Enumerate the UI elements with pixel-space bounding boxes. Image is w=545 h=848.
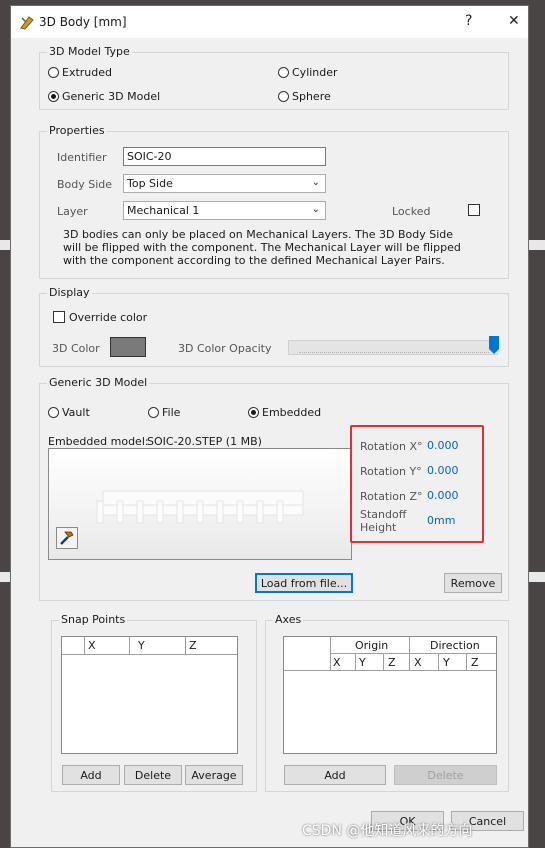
origin-header: Origin	[355, 639, 389, 652]
locked-checkbox[interactable]	[468, 204, 480, 216]
col-divider	[438, 654, 439, 670]
col-divider	[330, 637, 331, 670]
embedded-model-label: Embedded model:	[48, 435, 149, 448]
column-header-origin-y[interactable]: Y	[359, 656, 366, 669]
rotation-x-value[interactable]: 0.000	[427, 439, 459, 452]
snap-average-button[interactable]: Average	[185, 765, 243, 785]
axes-add-button[interactable]: Add	[284, 765, 386, 785]
radio-sphere[interactable]: Sphere	[278, 90, 331, 103]
watermark: CSDN @他知道风来的方向	[302, 823, 473, 839]
rotation-y-label: Rotation Y°	[360, 465, 422, 478]
model-type-group: 3D Model Type Extruded Cylinder Generic …	[39, 45, 509, 110]
standoff-height-label-1: Standoff	[360, 508, 407, 521]
column-header-direction-x[interactable]: X	[414, 656, 422, 669]
axes-table[interactable]: Origin Direction X Y Z X Y Z	[283, 636, 497, 754]
background-strip	[529, 240, 545, 250]
column-header-x[interactable]: X	[88, 639, 96, 652]
soic-20-model-image	[96, 490, 304, 524]
radio-extruded[interactable]: Extruded	[48, 66, 112, 79]
3d-color-opacity-label: 3D Color Opacity	[178, 342, 272, 355]
chevron-down-icon: ⌄	[311, 204, 320, 215]
col-divider	[355, 654, 356, 670]
properties-group: Properties Identifier SOIC-20 Body Side …	[39, 124, 509, 279]
column-header-origin-x[interactable]: X	[333, 656, 341, 669]
dialog-window: 3D Body [mm] ? ✕ 3D Model Type Extruded …	[10, 5, 529, 848]
layer-select[interactable]: Mechanical 1 ⌄	[123, 201, 326, 220]
slider-ticks	[299, 352, 489, 354]
override-color-label: Override color	[69, 311, 148, 324]
snap-points-table[interactable]: X Y Z	[61, 636, 238, 754]
snap-points-label: Snap Points	[59, 613, 128, 626]
column-header-y[interactable]: Y	[138, 639, 145, 652]
3d-color-label: 3D Color	[52, 342, 100, 355]
col-divider	[129, 637, 130, 654]
column-header-direction-y[interactable]: Y	[443, 656, 450, 669]
generic-3d-model-group: Generic 3D Model Vault File Embedded Emb…	[39, 376, 509, 601]
column-header-z[interactable]: Z	[189, 639, 197, 652]
identifier-input[interactable]: SOIC-20	[123, 147, 326, 166]
display-group: Display Override color 3D Color 3D Color…	[39, 286, 509, 367]
rotation-x-label: Rotation X°	[360, 440, 423, 453]
header-divider	[284, 670, 496, 671]
background-strip	[0, 240, 10, 250]
column-header-origin-z[interactable]: Z	[388, 656, 396, 669]
app-icon	[20, 16, 34, 30]
load-from-file-button[interactable]: Load from file...	[255, 573, 353, 593]
opacity-slider[interactable]	[288, 340, 498, 355]
locked-label: Locked	[392, 205, 431, 218]
hammer-icon	[60, 531, 74, 545]
generic-3d-model-label: Generic 3D Model	[47, 376, 150, 389]
rotation-y-value[interactable]: 0.000	[427, 464, 459, 477]
properties-label: Properties	[47, 124, 107, 137]
3d-color-swatch[interactable]	[110, 337, 146, 357]
axes-label: Axes	[273, 613, 304, 626]
opacity-slider-thumb[interactable]	[488, 335, 500, 355]
body-side-select[interactable]: Top Side ⌄	[123, 174, 326, 193]
rotation-z-label: Rotation Z°	[360, 490, 423, 503]
axes-group: Axes Origin Direction X Y Z X Y Z Add De…	[265, 613, 509, 792]
col-divider	[383, 654, 384, 670]
radio-cylinder[interactable]: Cylinder	[278, 66, 338, 79]
chevron-down-icon: ⌄	[311, 177, 320, 188]
col-divider	[84, 637, 85, 654]
layer-label: Layer	[57, 205, 88, 218]
layer-note: 3D bodies can only be placed on Mechanic…	[63, 228, 461, 267]
snap-points-group: Snap Points X Y Z Add Delete Average	[51, 613, 257, 792]
snap-delete-button[interactable]: Delete	[124, 765, 182, 785]
edit-model-button[interactable]	[56, 527, 78, 549]
radio-generic-3d-model[interactable]: Generic 3D Model	[48, 90, 160, 103]
column-header-direction-z[interactable]: Z	[471, 656, 479, 669]
axes-delete-button[interactable]: Delete	[394, 765, 497, 785]
display-label: Display	[47, 286, 92, 299]
snap-add-button[interactable]: Add	[62, 765, 120, 785]
background-strip	[0, 572, 10, 582]
background-strip	[529, 572, 545, 582]
title-bar: 3D Body [mm] ? ✕	[11, 6, 528, 38]
override-color-checkbox[interactable]	[53, 311, 65, 323]
standoff-height-label-2: Height	[360, 521, 397, 534]
identifier-label: Identifier	[57, 151, 107, 164]
radio-file[interactable]: File	[148, 406, 180, 419]
radio-embedded[interactable]: Embedded	[248, 406, 321, 419]
rotation-z-value[interactable]: 0.000	[427, 489, 459, 502]
body-side-label: Body Side	[57, 178, 113, 191]
help-button[interactable]: ?	[465, 13, 472, 29]
window-title: 3D Body [mm]	[39, 15, 127, 29]
col-divider	[185, 637, 186, 654]
remove-button[interactable]: Remove	[444, 573, 502, 593]
model-preview	[48, 448, 352, 560]
embedded-model-value: SOIC-20.STEP (1 MB)	[147, 435, 262, 448]
standoff-height-value[interactable]: 0mm	[427, 514, 455, 527]
direction-header: Direction	[430, 639, 480, 652]
model-type-label: 3D Model Type	[47, 45, 132, 58]
close-button[interactable]: ✕	[508, 13, 520, 29]
radio-vault[interactable]: Vault	[48, 406, 90, 419]
col-divider	[466, 654, 467, 670]
header-divider	[62, 654, 237, 655]
col-divider	[409, 637, 410, 670]
